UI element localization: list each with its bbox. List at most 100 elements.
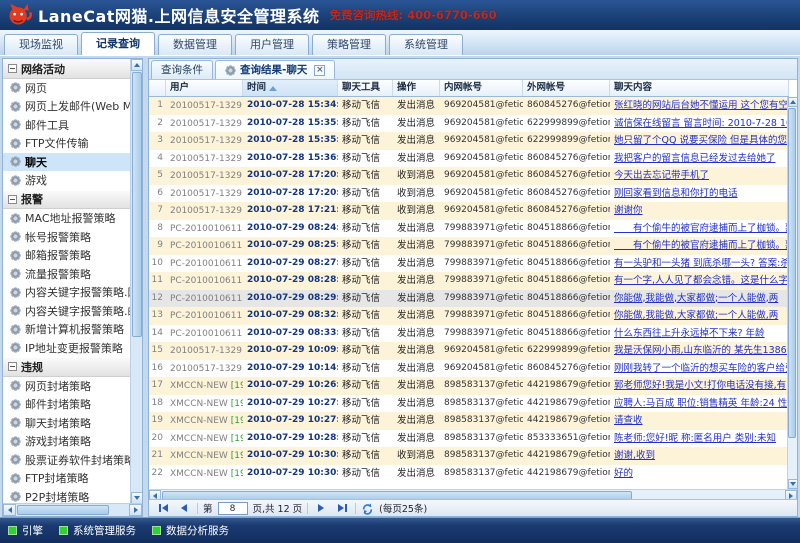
chat-content-link[interactable]: 你能做,我能做,大家都做;一个人能做,两 — [614, 310, 778, 321]
scroll-thumb[interactable] — [788, 108, 796, 438]
column-header-time[interactable]: 时间 — [243, 80, 338, 96]
scroll-left-button[interactable] — [3, 504, 16, 516]
scroll-thumb[interactable] — [17, 505, 109, 515]
sidebar-entry[interactable]: 网页封堵策略 — [3, 377, 131, 396]
sidebar-entry[interactable]: 聊天封堵策略 — [3, 414, 131, 433]
sidebar-entry[interactable]: FTP文件传输 — [3, 134, 131, 153]
prev-page-button[interactable] — [176, 502, 192, 515]
scroll-right-button[interactable] — [129, 504, 142, 516]
table-row[interactable]: 4 20100517-1329[1 2010-07-28 15:36:30 移动… — [149, 150, 789, 168]
sidebar-entry[interactable]: 内容关键字报警策略.邮 — [3, 302, 131, 321]
sidebar-entry[interactable]: 网页上发邮件(Web Mai — [3, 97, 131, 116]
sidebar-entry[interactable]: 新增计算机报警策略 — [3, 320, 131, 339]
chat-content-link[interactable]: 我把客户的留言信息已经发过去给她了 — [614, 153, 776, 164]
sidebar-vertical-scrollbar[interactable] — [130, 59, 142, 504]
table-row[interactable]: 11 PC-20100106111 2010-07-29 08:28:29 移动… — [149, 272, 789, 290]
chat-content-link[interactable]: 有一个字,人人见了都会念错。这是什么字? — [614, 275, 789, 286]
chat-content-link[interactable]: 有个偷牛的被官府逮捕而上了枷锁。熟人! — [614, 240, 789, 251]
table-row[interactable]: 8 PC-20100106111 2010-07-29 08:24:43 移动飞… — [149, 220, 789, 238]
chat-content-link[interactable]: 陈老师:您好!昵 称:匿名用户 类别:未知 — [614, 433, 776, 444]
chat-content-link[interactable]: 有个偷牛的被官府逮捕而上了枷锁。熟人! — [614, 223, 789, 234]
column-header-chat-content[interactable]: 聊天内容 — [610, 80, 789, 96]
chat-content-link[interactable]: 她只留了个QQ 说要买保险 但是具体的您回去 — [614, 135, 789, 146]
column-header-chat-tool[interactable]: 聊天工具 — [338, 80, 393, 96]
chat-content-link[interactable]: 刚刚我转了一个临沂的想买车险的客户给张红 — [614, 363, 789, 374]
table-row[interactable]: 5 20100517-1329[1 2010-07-28 17:20:05 移动… — [149, 167, 789, 185]
table-row[interactable]: 9 PC-20100106111 2010-07-29 08:25:43 移动飞… — [149, 237, 789, 255]
sidebar-entry[interactable]: 网络活动 — [3, 59, 131, 79]
column-header-user[interactable]: 用户 — [166, 80, 243, 96]
table-row[interactable]: 16 20100517-1329[1 2010-07-29 10:14:54 移… — [149, 360, 789, 378]
chat-content-link[interactable]: 今天出去忘记带手机了 — [614, 170, 709, 181]
nav-tab[interactable]: 现场监视 — [4, 34, 78, 55]
sidebar-entry[interactable]: 邮件封堵策略 — [3, 395, 131, 414]
nav-tab[interactable]: 数据管理 — [158, 34, 232, 55]
close-icon[interactable]: × — [314, 65, 325, 76]
collapse-icon[interactable] — [8, 362, 17, 371]
chat-content-link[interactable]: 好的 — [614, 468, 633, 479]
table-row[interactable]: 17 XMCCN-NEW[19 2010-07-29 10:26:41 移动飞信… — [149, 377, 789, 395]
sidebar-entry[interactable]: 游戏 — [3, 171, 131, 190]
table-row[interactable]: 12 PC-20100106111 2010-07-29 08:29:00 移动… — [149, 290, 789, 308]
sidebar-entry[interactable]: 违规 — [3, 357, 131, 377]
table-row[interactable]: 15 20100517-1329[1 2010-07-29 10:09:16 移… — [149, 342, 789, 360]
sidebar-entry[interactable]: 邮件工具 — [3, 116, 131, 135]
scroll-up-button[interactable] — [131, 59, 143, 71]
chat-content-link[interactable]: 郭老师您好!我是小文!打你电话没有接,有 — [614, 380, 786, 391]
sidebar-entry[interactable]: 报警 — [3, 190, 131, 210]
table-vertical-scrollbar[interactable] — [787, 97, 797, 489]
chat-content-link[interactable]: 请查收 — [614, 415, 643, 426]
table-row[interactable]: 10 PC-20100106111 2010-07-29 08:27:31 移动… — [149, 255, 789, 273]
first-page-button[interactable] — [155, 502, 171, 515]
chat-content-link[interactable]: 谢谢你 — [614, 205, 643, 216]
chat-content-link[interactable]: 我是沃保网小雨,山东临沂的 某先生1386497 — [614, 345, 789, 356]
table-row[interactable]: 7 20100517-1329[1 2010-07-28 17:21:32 移动… — [149, 202, 789, 220]
tab-query-result-chat[interactable]: 查询结果-聊天 × — [215, 60, 335, 79]
table-row[interactable]: 1 20100517-1329[1 2010-07-28 15:34:11 移动… — [149, 97, 789, 115]
table-row[interactable]: 20 XMCCN-NEW[19 2010-07-29 10:28:42 移动飞信… — [149, 430, 789, 448]
sidebar-entry[interactable]: 流量报警策略 — [3, 265, 131, 284]
chat-content-link[interactable]: 应聘人:马百成 职位:销售精英 年龄:24 性别(0 — [614, 398, 789, 409]
sidebar-horizontal-scrollbar[interactable] — [3, 503, 142, 516]
sidebar-entry[interactable]: 股票证券软件封堵策略 — [3, 451, 131, 470]
last-page-button[interactable] — [334, 502, 350, 515]
chat-content-link[interactable]: 诚信保在线留言 留言时间: 2010-7-28 10:50:0 — [614, 118, 789, 129]
sidebar-entry[interactable]: 游戏封堵策略 — [3, 432, 131, 451]
column-header-operation[interactable]: 操作 — [393, 80, 440, 96]
table-row[interactable]: 14 PC-20100106111 2010-07-29 08:33:11 移动… — [149, 325, 789, 343]
nav-tab[interactable]: 策略管理 — [312, 34, 386, 55]
nav-tab[interactable]: 用户管理 — [235, 34, 309, 55]
nav-tab[interactable]: 系统管理 — [389, 34, 463, 55]
page-number-input[interactable] — [218, 502, 248, 515]
sidebar-entry[interactable]: 网页 — [3, 79, 131, 98]
sidebar-entry[interactable]: P2P封堵策略 — [3, 488, 131, 505]
chat-content-link[interactable]: 谢谢,收到 — [614, 450, 655, 461]
sidebar-entry[interactable]: FTP封堵策略 — [3, 469, 131, 488]
collapse-icon[interactable] — [8, 195, 17, 204]
next-page-button[interactable] — [313, 502, 329, 515]
scroll-thumb[interactable] — [132, 72, 142, 337]
sidebar-entry[interactable]: IP地址变更报警策略 — [3, 339, 131, 358]
column-header-number[interactable] — [149, 80, 166, 96]
scroll-down-button[interactable] — [788, 479, 798, 489]
table-row[interactable]: 22 XMCCN-NEW[19 2010-07-29 10:30:27 移动飞信… — [149, 465, 789, 483]
sidebar-entry[interactable]: MAC地址报警策略 — [3, 209, 131, 228]
scroll-up-button[interactable] — [788, 97, 798, 107]
table-row[interactable]: 3 20100517-1329[1 2010-07-28 15:35:44 移动… — [149, 132, 789, 150]
chat-content-link[interactable]: 什么东西往上升永远掉不下来? 年龄 — [614, 328, 765, 339]
table-row[interactable]: 18 XMCCN-NEW[19 2010-07-29 10:27:04 移动飞信… — [149, 395, 789, 413]
sidebar-entry[interactable]: 内容关键字报警策略.网 — [3, 283, 131, 302]
sidebar-entry[interactable]: 邮箱报警策略 — [3, 246, 131, 265]
column-header-internal-account[interactable]: 内网帐号 — [440, 80, 523, 96]
table-row[interactable]: 21 XMCCN-NEW[19 2010-07-29 10:30:10 移动飞信… — [149, 447, 789, 465]
collapse-icon[interactable] — [8, 64, 17, 73]
chat-content-link[interactable]: 张红晓的网站后台她不懂运用 这个您有空记得 — [614, 100, 789, 111]
chat-content-link[interactable]: 刚回家看到信息和你打的电话 — [614, 188, 738, 199]
table-row[interactable]: 13 PC-20100106111 2010-07-29 08:32:25 移动… — [149, 307, 789, 325]
table-row[interactable]: 6 20100517-1329[1 2010-07-28 17:20:27 移动… — [149, 185, 789, 203]
table-row[interactable]: 19 XMCCN-NEW[19 2010-07-29 10:27:15 移动飞信… — [149, 412, 789, 430]
sidebar-entry[interactable]: 聊天 — [3, 153, 131, 172]
column-header-external-account[interactable]: 外网帐号 — [523, 80, 610, 96]
sidebar-entry[interactable]: 帐号报警策略 — [3, 228, 131, 247]
tab-query-conditions[interactable]: 查询条件 — [151, 60, 213, 79]
